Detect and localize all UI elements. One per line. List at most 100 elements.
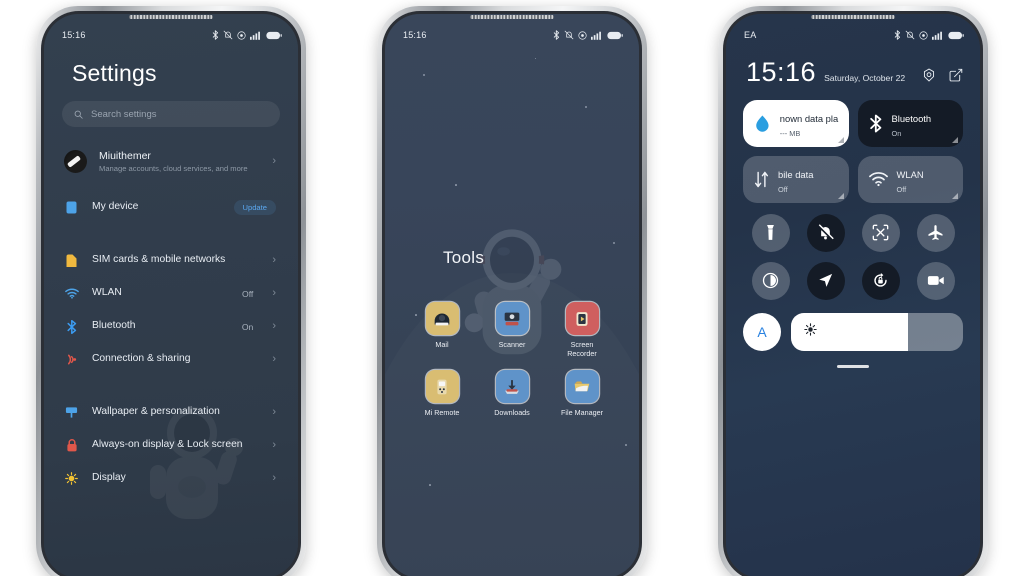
tile-expand-corner[interactable] xyxy=(837,136,844,143)
tile-data-usage[interactable]: nown data pla --- MB xyxy=(743,99,849,147)
battery-icon xyxy=(948,31,964,39)
toggle-silent[interactable] xyxy=(806,213,845,252)
status-bar-icons xyxy=(212,30,282,40)
brightness-row: A xyxy=(743,312,963,351)
app-file-manager[interactable]: File Manager xyxy=(547,370,617,417)
brightness-slider[interactable] xyxy=(791,312,963,351)
sidebar-item-label: Display xyxy=(92,472,126,484)
status-bar-icons xyxy=(553,30,623,40)
signal-bars-icon xyxy=(932,31,942,40)
tile-expand-corner[interactable] xyxy=(952,192,958,199)
control-center-screen: EA 15:16 Saturday, October 22 nown data … xyxy=(726,14,980,576)
sidebar-item-bluetooth[interactable]: Bluetooth On › xyxy=(62,310,280,343)
page-title: Settings xyxy=(72,60,157,86)
tile-expand-corner[interactable] xyxy=(837,192,844,199)
sidebar-item-sim-cards[interactable]: SIM cards & mobile networks › xyxy=(62,244,280,277)
app-mail[interactable]: Mail xyxy=(407,302,477,358)
tile-subtitle: --- MB xyxy=(779,128,801,138)
chevron-right-icon: › xyxy=(272,472,276,484)
toggle-rotation-lock[interactable] xyxy=(861,261,900,300)
sim-card-icon xyxy=(64,253,79,268)
drag-handle[interactable] xyxy=(837,364,869,369)
toggle-location[interactable] xyxy=(806,261,845,300)
folder-name[interactable]: Tools xyxy=(443,248,484,268)
settings-gear-icon[interactable] xyxy=(922,68,936,82)
settings-screen: 15:16 Settings Search settings Miuitheme… xyxy=(44,14,298,576)
account-row[interactable]: Miuithemer Manage accounts, cloud servic… xyxy=(62,143,280,180)
search-placeholder: Search settings xyxy=(91,108,157,120)
bluetooth-icon xyxy=(894,30,901,40)
sidebar-item-display[interactable]: Display › xyxy=(62,462,280,495)
app-downloads[interactable]: Downloads xyxy=(477,370,547,417)
scanner-icon xyxy=(495,302,529,335)
bluetooth-icon xyxy=(212,30,219,40)
dark-mode-icon xyxy=(762,272,779,289)
mi-remote-icon xyxy=(425,370,459,404)
sidebar-item-label: Always-on display & Lock screen xyxy=(92,439,243,451)
screenshot-icon xyxy=(872,224,889,241)
mute-vibrate-icon xyxy=(905,30,915,40)
app-screen-recorder[interactable]: Screen Recorder xyxy=(547,302,617,358)
edit-icon[interactable] xyxy=(949,68,963,82)
app-label: Mail xyxy=(435,340,449,349)
control-center-actions xyxy=(922,68,963,86)
bluetooth-icon xyxy=(553,30,560,40)
account-text: Miuithemer Manage accounts, cloud servic… xyxy=(99,150,260,173)
signal-bars-icon xyxy=(591,31,601,40)
toggle-dark-mode[interactable] xyxy=(751,261,790,300)
earpiece-grille xyxy=(129,15,213,19)
sidebar-item-wlan[interactable]: WLAN Off › xyxy=(62,277,280,310)
phone-device-control-center: EA 15:16 Saturday, October 22 nown data … xyxy=(718,6,988,576)
toggle-screen-record[interactable] xyxy=(916,261,955,300)
tile-title: Bluetooth xyxy=(891,112,932,124)
flashlight-icon xyxy=(767,225,774,241)
phone-bezel: 15:16 Settings Search settings Miuitheme… xyxy=(41,11,301,576)
tile-text: nown data pla --- MB xyxy=(780,109,838,138)
account-subtitle: Manage accounts, cloud services, and mor… xyxy=(99,164,248,173)
screen-record-icon xyxy=(927,276,944,285)
sidebar-item-connection-sharing[interactable]: Connection & sharing › xyxy=(62,343,280,376)
connection-sharing-icon xyxy=(64,352,79,367)
sidebar-item-wallpaper[interactable]: Wallpaper & personalization › xyxy=(62,396,280,429)
sidebar-item-always-on-display[interactable]: Always-on display & Lock screen › xyxy=(62,429,280,462)
sidebar-item-label: Connection & sharing xyxy=(92,353,191,365)
tile-mobile-data[interactable]: bile data Off xyxy=(743,155,849,203)
tile-wlan[interactable]: WLAN Off xyxy=(857,155,963,203)
status-bar-icons xyxy=(894,30,964,40)
update-badge[interactable]: Update xyxy=(233,200,276,215)
app-label: Downloads xyxy=(494,408,530,418)
sidebar-item-label: Bluetooth xyxy=(92,320,136,332)
tile-subtitle: On xyxy=(891,128,902,138)
sidebar-item-value: On xyxy=(241,321,254,332)
app-scanner[interactable]: Scanner xyxy=(477,302,547,358)
app-mi-remote[interactable]: Mi Remote xyxy=(407,370,477,417)
search-input[interactable]: Search settings xyxy=(62,101,280,127)
settings-list: Settings Search settings Miuithemer Mana… xyxy=(44,60,298,495)
toggle-airplane-mode[interactable] xyxy=(916,213,955,252)
device-icon xyxy=(64,200,79,215)
auto-brightness-button[interactable]: A xyxy=(743,312,781,351)
wifi-icon xyxy=(64,286,79,301)
battery-icon xyxy=(266,31,282,39)
battery-icon xyxy=(607,31,623,39)
chevron-right-icon: › xyxy=(272,254,276,266)
toggle-screenshot[interactable] xyxy=(861,213,900,252)
clock-time: 15:16 xyxy=(746,57,817,87)
data-usage-icon xyxy=(756,115,769,132)
toggle-grid xyxy=(743,213,963,300)
mobile-data-icon xyxy=(754,171,769,187)
sidebar-item-my-device[interactable]: My device Update xyxy=(62,191,280,224)
tile-text: Bluetooth On xyxy=(892,109,932,138)
tile-bluetooth[interactable]: Bluetooth On xyxy=(857,99,963,147)
chevron-right-icon: › xyxy=(272,287,276,299)
clock-row: 15:16 Saturday, October 22 xyxy=(746,57,963,87)
sidebar-item-label: WLAN xyxy=(92,287,122,299)
screenshot-stage: 15:16 Settings Search settings Miuitheme… xyxy=(0,0,1024,576)
tile-expand-corner[interactable] xyxy=(952,136,958,143)
signal-bars-icon xyxy=(250,31,260,40)
tile-title: nown data pla xyxy=(779,112,839,124)
toggle-flashlight[interactable] xyxy=(751,213,790,252)
mute-vibrate-icon xyxy=(564,30,574,40)
sidebar-item-label: Wallpaper & personalization xyxy=(92,406,220,418)
